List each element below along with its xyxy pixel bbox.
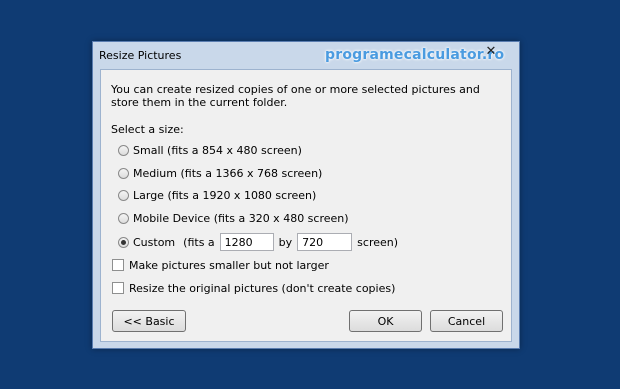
checkbox-resize-originals[interactable]	[112, 282, 124, 294]
radio-button-mobile[interactable]	[118, 212, 129, 224]
close-button[interactable]: ✕	[469, 42, 513, 60]
cancel-button[interactable]: Cancel	[430, 310, 503, 332]
radio-button-custom[interactable]	[118, 236, 129, 248]
radio-button-large[interactable]	[118, 189, 129, 201]
option-resize-originals[interactable]: Resize the original pictures (don't crea…	[112, 280, 395, 296]
custom-by-label: by	[278, 235, 293, 249]
radio-button-medium[interactable]	[118, 167, 129, 179]
custom-height-input[interactable]	[297, 233, 353, 251]
title-bar[interactable]: Resize Pictures programecalculator.ro ✕	[93, 42, 519, 68]
radio-medium[interactable]: Medium (fits a 1366 x 768 screen)	[118, 165, 322, 181]
checkbox-smaller-not-larger[interactable]	[112, 259, 124, 271]
ok-button[interactable]: OK	[349, 310, 422, 332]
resize-pictures-dialog: Resize Pictures programecalculator.ro ✕ …	[92, 41, 520, 349]
radio-small-label: Small (fits a 854 x 480 screen)	[133, 143, 302, 157]
basic-button[interactable]: << Basic	[112, 310, 186, 332]
radio-mobile-label: Mobile Device (fits a 320 x 480 screen)	[133, 211, 349, 225]
radio-small[interactable]: Small (fits a 854 x 480 screen)	[118, 142, 302, 158]
radio-large-label: Large (fits a 1920 x 1080 screen)	[133, 188, 317, 202]
radio-medium-label: Medium (fits a 1366 x 768 screen)	[133, 166, 323, 180]
option-smaller-not-larger-label: Make pictures smaller but not larger	[129, 258, 329, 272]
radio-button-small[interactable]	[118, 144, 129, 156]
radio-large[interactable]: Large (fits a 1920 x 1080 screen)	[118, 187, 316, 203]
radio-custom[interactable]: Custom (fits a by screen)	[118, 232, 398, 252]
radio-mobile[interactable]: Mobile Device (fits a 320 x 480 screen)	[118, 210, 349, 226]
option-smaller-not-larger[interactable]: Make pictures smaller but not larger	[112, 257, 329, 273]
custom-screen-suffix: screen)	[357, 235, 399, 249]
description-text: You can create resized copies of one or …	[111, 83, 480, 109]
custom-width-input[interactable]	[219, 233, 274, 251]
close-icon: ✕	[485, 43, 497, 59]
dialog-title: Resize Pictures	[99, 49, 182, 62]
dialog-content: You can create resized copies of one or …	[100, 69, 512, 342]
option-resize-originals-label: Resize the original pictures (don't crea…	[129, 281, 396, 295]
custom-fits-prefix: (fits a	[183, 235, 215, 249]
radio-custom-label: Custom	[133, 235, 176, 249]
select-size-label: Select a size:	[111, 123, 184, 136]
